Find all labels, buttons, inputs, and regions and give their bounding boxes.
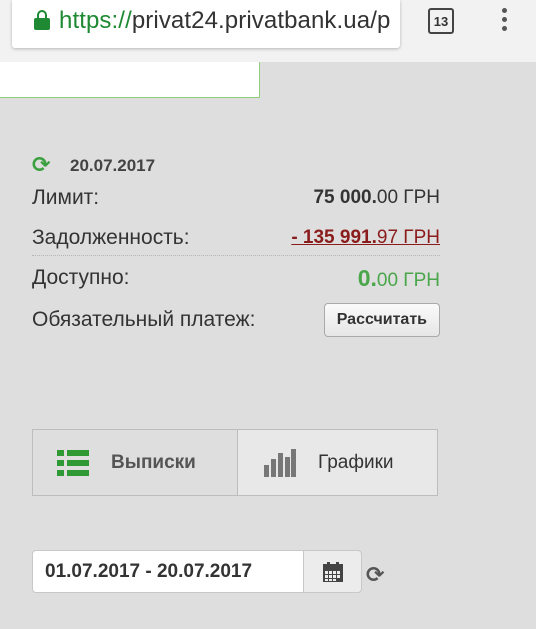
available-label: Доступно: (32, 266, 130, 289)
tab-charts[interactable]: Графики (237, 429, 438, 496)
limit-row: Лимит: 75 000.00 ГРН (32, 180, 440, 216)
refresh-icon[interactable]: ⟳ (32, 154, 56, 178)
debt-label: Задолженность: (32, 225, 190, 249)
tab-statements[interactable]: Выписки (32, 429, 237, 496)
list-icon (57, 449, 89, 476)
tab-switcher-button[interactable]: 13 (428, 8, 454, 34)
calculate-button[interactable]: Рассчитать (323, 303, 440, 337)
address-bar[interactable]: https://privat24.privatbank.ua/p (12, 0, 400, 48)
bar-chart-icon (264, 448, 296, 477)
date-range-input[interactable]: 01.07.2017 - 20.07.2017 (32, 550, 304, 593)
content-panel-edge (0, 62, 260, 98)
limit-label: Лимит: (32, 186, 100, 209)
lock-icon (34, 10, 50, 30)
overflow-menu-icon[interactable] (498, 8, 510, 36)
debt-value-link[interactable]: - 135 991.97 ГРН (291, 227, 440, 249)
tab-statements-label: Выписки (111, 451, 196, 473)
browser-toolbar: https://privat24.privatbank.ua/p 13 (0, 0, 536, 62)
balance-date: 20.07.2017 (70, 156, 156, 175)
mandatory-payment-row: Обязательный платеж: Рассчитать (32, 302, 440, 338)
url-text[interactable]: https://privat24.privatbank.ua/p (59, 7, 390, 35)
url-scheme: https:// (59, 7, 132, 34)
mandatory-payment-label: Обязательный платеж: (32, 308, 256, 331)
url-host: privat24.privatbank.ua/p (131, 7, 391, 34)
calendar-button[interactable] (303, 550, 362, 593)
calendar-icon (322, 561, 343, 582)
view-tabs: Выписки Графики (32, 429, 438, 496)
balance-date-row: ⟳ 20.07.2017 (32, 154, 155, 178)
refresh-period-icon[interactable]: ⟳ (366, 562, 384, 588)
limit-value: 75 000.00 ГРН (313, 187, 440, 208)
debt-row: Задолженность: - 135 991.97 ГРН (32, 220, 440, 256)
available-row: Доступно: 0.00 ГРН (32, 260, 440, 296)
available-value: 0.00 ГРН (357, 264, 440, 291)
tab-charts-label: Графики (318, 451, 394, 473)
